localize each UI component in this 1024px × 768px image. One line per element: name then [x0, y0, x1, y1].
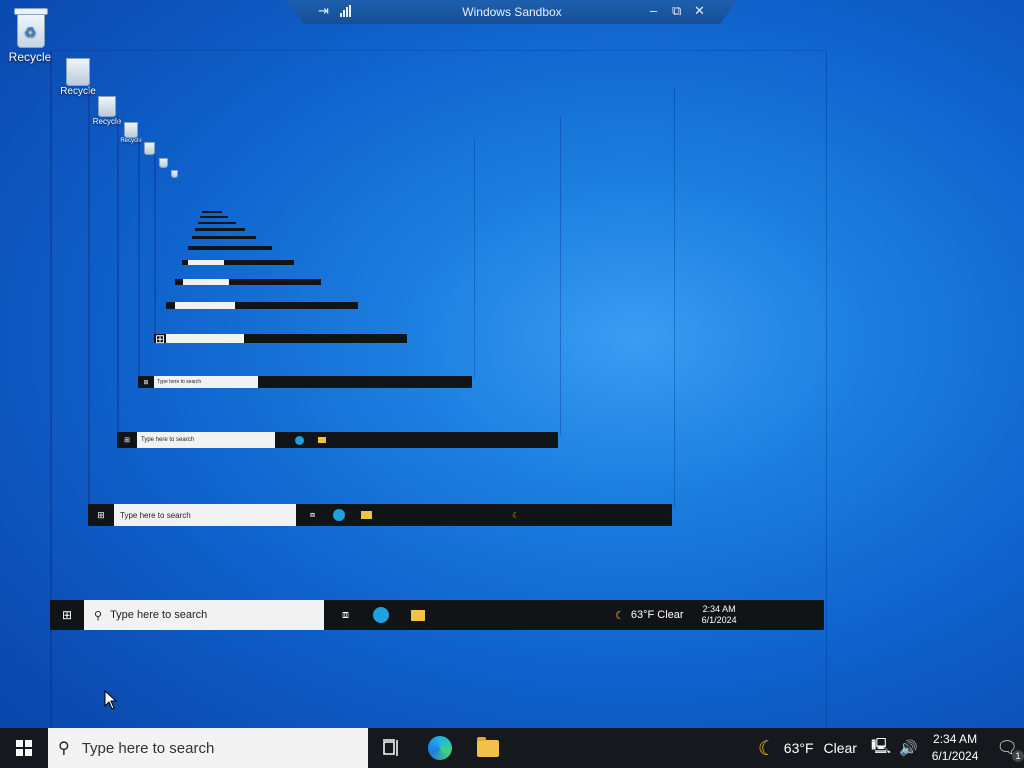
recycle-bin-icon: ♻ [12, 8, 48, 48]
clock-date: 6/1/2024 [931, 749, 979, 763]
nested-clock: 2:34 AM 6/1/2024 [701, 604, 737, 625]
taskbar-clock[interactable]: 2:34 AM 6/1/2024 [932, 731, 979, 765]
nested-search-box: Type here to search [154, 376, 258, 388]
nested-taskbar [192, 236, 256, 239]
nested-search-box: Type here to search [114, 504, 296, 526]
nested-taskbar: ⊞ ⚲ Type here to search ⧈ ☾ 63°F Clear 2:… [50, 600, 824, 630]
taskbar: ⚲ Type here to search ☾ 63°F Clear 🖳 🔊 2… [0, 728, 1024, 768]
nested-taskbar [188, 246, 272, 250]
nested-taskbar [182, 260, 294, 265]
nested-taskbar [200, 216, 228, 218]
weather-condition[interactable]: Clear [824, 740, 857, 756]
volume-icon[interactable]: 🔊 [899, 739, 918, 757]
close-button[interactable]: ✕ [694, 3, 705, 19]
mouse-cursor-icon [104, 690, 118, 710]
notification-center-button[interactable]: 🗨 1 [996, 738, 1024, 762]
notification-badge: 1 [1012, 750, 1024, 762]
folder-icon [361, 511, 373, 519]
search-icon: ⚲ [58, 740, 70, 757]
nested-taskbar: ⊞ Type here to search ⧈ ☾ [88, 504, 672, 526]
desktop-icon-recycle-bin[interactable]: ♻ Recycle [6, 8, 54, 64]
weather-icon: ☾ [512, 510, 520, 520]
nested-taskbar: ⊞ Type here to search [117, 432, 558, 448]
task-view-button[interactable] [368, 728, 416, 768]
start-button[interactable] [0, 728, 48, 768]
restore-button[interactable]: ⧉ [672, 3, 681, 19]
nested-search-box [175, 302, 235, 309]
folder-icon [477, 736, 499, 757]
sandbox-title-bar: ⇥ Windows Sandbox – ⧉ ✕ [286, 0, 738, 24]
nested-taskbar [202, 211, 222, 213]
edge-taskbar-button[interactable] [416, 728, 464, 768]
edge-icon [333, 509, 346, 521]
nested-search-box [166, 334, 244, 343]
file-explorer-taskbar-button[interactable] [464, 728, 512, 768]
nested-taskbar [166, 302, 358, 309]
windows-logo-icon: ⊞ [143, 379, 149, 386]
nested-search-box [188, 260, 224, 265]
nested-taskbar [175, 279, 321, 285]
weather-icon: ☾ [615, 609, 625, 622]
nested-taskbar [198, 222, 236, 224]
clock-time: 2:34 AM [933, 732, 978, 746]
windows-logo-icon: ⊞ [97, 509, 105, 520]
nested-search-box: Type here to search [137, 432, 275, 448]
task-view-icon: ⧈ [342, 608, 349, 621]
nested-search-box: ⚲ Type here to search [84, 600, 324, 630]
windows-logo-icon [16, 740, 32, 756]
folder-icon [411, 609, 425, 621]
nested-taskbar: ⊞ Type here to search [138, 376, 472, 388]
system-tray: ☾ 63°F Clear 🖳 🔊 2:34 AM 6/1/2024 🗨 1 [758, 728, 1024, 768]
nested-search-box [183, 279, 229, 285]
weather-moon-icon[interactable]: ☾ [758, 736, 776, 761]
network-icon[interactable]: 🖳 [871, 736, 891, 761]
edge-icon [295, 435, 304, 445]
weather-temp[interactable]: 63°F [784, 740, 814, 756]
minimize-button[interactable]: – [650, 3, 657, 18]
nested-taskbar [195, 228, 245, 231]
nested-weather: 63°F Clear [630, 609, 684, 621]
task-view-icon [383, 739, 398, 756]
desktop-icon-label: Recycle [8, 50, 52, 64]
window-title: Windows Sandbox [462, 5, 562, 19]
edge-icon [428, 736, 452, 760]
nested-taskbar: ⊞ [154, 331, 407, 346]
windows-logo-icon: ⊞ [154, 331, 166, 346]
folder-icon [318, 437, 326, 443]
taskbar-search-box[interactable]: ⚲ Type here to search [48, 728, 368, 768]
search-placeholder: Type here to search [81, 739, 215, 757]
edge-icon [373, 607, 389, 623]
windows-logo-icon: ⊞ [61, 608, 73, 622]
task-view-icon: ⧈ [310, 510, 316, 519]
windows-logo-icon: ⊞ [124, 437, 130, 444]
